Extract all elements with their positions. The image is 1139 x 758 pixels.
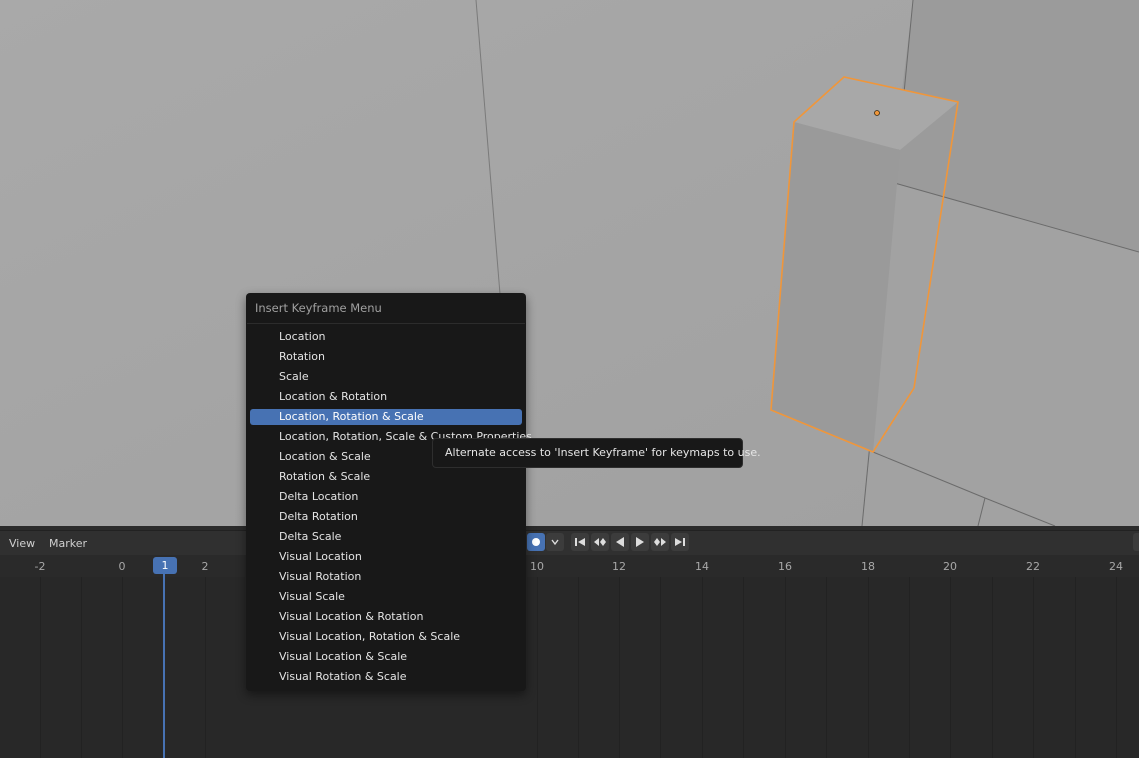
- grid-line: [826, 577, 827, 758]
- menu-item-delta-rotation[interactable]: Delta Rotation: [250, 509, 522, 525]
- menu-item-label: Location & Scale: [279, 450, 371, 463]
- menu-item-label: Visual Location: [279, 550, 362, 563]
- grid-line: [1033, 577, 1034, 758]
- play-reverse-icon: [616, 537, 624, 547]
- grid-line: [992, 577, 993, 758]
- grid-line: [1075, 577, 1076, 758]
- timeline-header: View Marker: [0, 530, 1139, 555]
- keying-dropdown-button[interactable]: [546, 533, 564, 551]
- record-dot-icon: [532, 538, 540, 546]
- menu-item-label: Visual Rotation & Scale: [279, 670, 407, 683]
- play-icon: [636, 537, 644, 547]
- menu-item-label: Rotation & Scale: [279, 470, 371, 483]
- frame-tick-label: 16: [778, 560, 792, 573]
- menu-item-visual-rotation-scale[interactable]: Visual Rotation & Scale: [250, 669, 522, 685]
- jump-end-icon: [675, 538, 685, 546]
- next-keyframe-icon: [654, 538, 666, 546]
- menu-item-visual-rotation[interactable]: Visual Rotation: [250, 569, 522, 585]
- menu-item-delta-scale[interactable]: Delta Scale: [250, 529, 522, 545]
- grid-line: [81, 577, 82, 758]
- view-menu[interactable]: View: [6, 535, 38, 552]
- grid-line: [578, 577, 579, 758]
- menu-item-visual-location-rotation-scale[interactable]: Visual Location, Rotation & Scale: [250, 629, 522, 645]
- menu-item-label: Delta Rotation: [279, 510, 358, 523]
- menu-title: Insert Keyframe Menu: [255, 301, 382, 315]
- menu-item-label: Visual Location & Scale: [279, 650, 408, 663]
- grid-line: [205, 577, 206, 758]
- menu-item-label: Location & Rotation: [279, 390, 388, 403]
- frame-tick-label: 18: [861, 560, 875, 573]
- menu-item-location[interactable]: Location: [250, 329, 522, 345]
- frame-tick-label: 22: [1026, 560, 1040, 573]
- grid-line: [950, 577, 951, 758]
- menu-item-delta-location[interactable]: Delta Location: [250, 489, 522, 505]
- menu-item-location-rotation[interactable]: Location & Rotation: [250, 389, 522, 405]
- play-reverse-button[interactable]: [611, 533, 629, 551]
- frame-tick-label: -2: [34, 560, 46, 573]
- menu-item-visual-scale[interactable]: Visual Scale: [250, 589, 522, 605]
- menu-item-label: Delta Scale: [279, 530, 342, 543]
- jump-start-button[interactable]: [571, 533, 589, 551]
- grid-line: [40, 577, 41, 758]
- menu-item-label: Location: [279, 330, 326, 343]
- menu-item-rotation[interactable]: Rotation: [250, 349, 522, 365]
- frame-tick-label: 20: [943, 560, 957, 573]
- frame-tick-label: 2: [201, 560, 209, 573]
- playhead-line[interactable]: [163, 574, 165, 758]
- grid-line: [909, 577, 910, 758]
- grid-line: [702, 577, 703, 758]
- play-button[interactable]: [631, 533, 649, 551]
- grid-line: [537, 577, 538, 758]
- header-overflow-button[interactable]: [1133, 533, 1139, 551]
- menu-item-label: Rotation: [279, 350, 326, 363]
- frame-tick-label: 10: [530, 560, 544, 573]
- menu-item-label: Scale: [279, 370, 309, 383]
- frame-tick-label: 24: [1109, 560, 1123, 573]
- menu-item-rotation-scale[interactable]: Rotation & Scale: [250, 469, 522, 485]
- object-origin-dot: [874, 110, 880, 116]
- grid-line: [660, 577, 661, 758]
- menu-separator: [247, 323, 525, 324]
- frame-tick-label: 12: [612, 560, 626, 573]
- frame-tick-label: 0: [118, 560, 126, 573]
- menu-item-label: Visual Location & Rotation: [279, 610, 424, 623]
- auto-keying-button[interactable]: [527, 533, 545, 551]
- chevron-down-icon: [551, 539, 559, 546]
- timeline-area[interactable]: [0, 577, 1139, 758]
- prev-keyframe-button[interactable]: [591, 533, 609, 551]
- grid-line: [785, 577, 786, 758]
- menu-item-label: Visual Rotation: [279, 570, 362, 583]
- menu-item-visual-location-rotation[interactable]: Visual Location & Rotation: [250, 609, 522, 625]
- menu-item-scale[interactable]: Scale: [250, 369, 522, 385]
- menu-item-label: Visual Scale: [279, 590, 345, 603]
- grid-line: [743, 577, 744, 758]
- grid-line: [1116, 577, 1117, 758]
- grid-line: [619, 577, 620, 758]
- tooltip: Alternate access to 'Insert Keyframe' fo…: [432, 438, 761, 468]
- insert-keyframe-menu: Insert Keyframe Menu Location Rotation S…: [246, 293, 532, 691]
- current-frame-badge[interactable]: 1: [153, 557, 177, 574]
- grid-line: [868, 577, 869, 758]
- menu-item-visual-location-scale[interactable]: Visual Location & Scale: [250, 649, 522, 665]
- menu-item-label: Delta Location: [279, 490, 359, 503]
- menu-item-label: Visual Location, Rotation & Scale: [279, 630, 461, 643]
- prev-keyframe-icon: [594, 538, 606, 546]
- menu-item-visual-location[interactable]: Visual Location: [250, 549, 522, 565]
- grid-line: [122, 577, 123, 758]
- menu-item-location-rotation-scale[interactable]: Location, Rotation & Scale: [250, 409, 522, 425]
- frame-tick-label: 14: [695, 560, 709, 573]
- menu-item-label: Location, Rotation & Scale: [279, 410, 424, 423]
- next-keyframe-button[interactable]: [651, 533, 669, 551]
- jump-start-icon: [575, 538, 585, 546]
- marker-menu[interactable]: Marker: [46, 535, 90, 552]
- jump-end-button[interactable]: [671, 533, 689, 551]
